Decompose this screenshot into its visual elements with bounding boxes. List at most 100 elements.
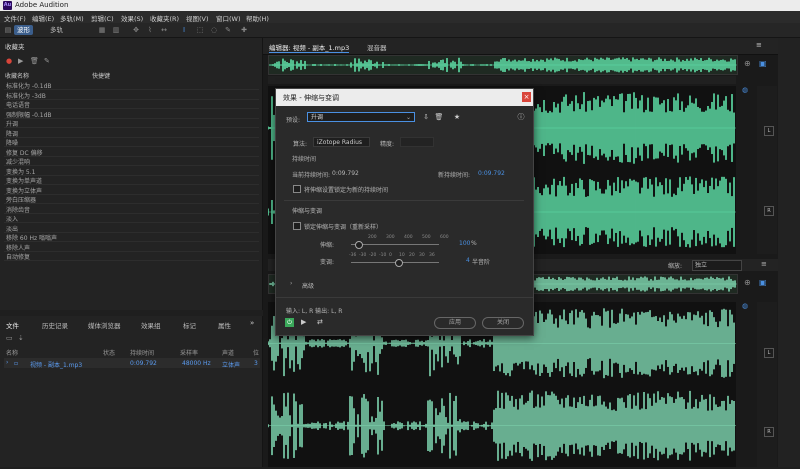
algorithm-select[interactable]: iZotope Radius [313,137,370,147]
list-item[interactable]: 电话语音 [4,99,259,109]
time-ruler[interactable] [268,76,736,84]
list-item[interactable]: 标准化为 -3dB [4,90,259,100]
waveform-view-button[interactable]: 波形 [14,25,33,35]
preset-select[interactable]: 升调 ⌄ [307,112,415,122]
menu-file[interactable]: 文件(F) [4,13,26,23]
list-item[interactable]: 自动修复 [4,251,259,261]
list-item[interactable]: 强制限幅 -0.1dB [4,109,259,119]
menu-edit[interactable]: 编辑(E) [32,13,54,23]
brush-tool-icon[interactable]: ✎ [224,26,232,34]
move-tool-icon[interactable]: ✥ [132,26,140,34]
lock-stretch-checkbox[interactable] [293,222,301,230]
panel-menu-icon[interactable]: » [250,319,254,327]
list-item[interactable]: 标准化为 -0.1dB [4,80,259,90]
files-col-duration[interactable]: 持续时间 [130,348,154,357]
headphones-icon-2[interactable]: ◍ [742,302,748,310]
multitrack-view-button[interactable]: 多轨 [50,25,63,35]
delete-preset-icon[interactable]: 🗑 [434,113,444,122]
lock-duration-checkbox[interactable] [293,185,301,193]
editor-panel-menu-icon[interactable]: ≡ [756,41,762,49]
import-icon[interactable]: ⇣ [18,334,24,342]
tab-mixer[interactable]: 混音器 [367,42,387,52]
loop-icon[interactable]: ⇄ [317,318,323,326]
slip-tool-icon[interactable]: ↔ [160,26,168,34]
lasso-tool-icon[interactable]: ◌ [210,26,218,34]
list-item[interactable]: 变换为立体声 [4,185,259,195]
files-col-bits[interactable]: 位 [253,348,259,357]
fit-icon-2[interactable]: ▣ [759,278,767,287]
power-toggle-icon[interactable]: ⏻ [285,318,294,327]
file-expand-icon[interactable]: › [6,359,8,366]
channel-r-badge-2[interactable]: R [764,427,774,437]
waveform-mode-icon[interactable]: ▤ [4,26,12,34]
list-item[interactable]: 消除齿音 [4,204,259,214]
delete-icon[interactable]: 🗑 [30,57,39,65]
table-row[interactable]: › ▫ 视频 - 副本_1.mp3 0:09.792 48000 Hz 立体声 … [4,358,260,369]
files-col-channels[interactable]: 声道 [222,348,234,357]
save-preset-icon[interactable]: ⇩ [421,113,431,122]
stretch-slider-knob[interactable] [355,241,363,249]
pitch-slider-knob[interactable] [395,259,403,267]
zoom-select[interactable]: 独立 [692,260,742,271]
channel-l-badge[interactable]: L [764,126,774,136]
close-button[interactable]: 关闭 [482,317,524,329]
record-icon[interactable]: ● [6,57,12,65]
list-item[interactable]: 修复 DC 偏移 [4,147,259,157]
menu-view[interactable]: 视图(V) [186,13,209,23]
marquee-tool-icon[interactable]: ⬚ [196,26,204,34]
stretch-value[interactable]: 100 [459,240,470,247]
edit-icon[interactable]: ✎ [44,57,50,65]
menu-effects[interactable]: 效果(S) [121,13,143,23]
list-item[interactable]: 移除 60 Hz 嗡嗡声 [4,232,259,242]
tab-editor[interactable]: 编辑器: 视频 - 副本_1.mp3 [269,42,350,53]
menu-favorites[interactable]: 收藏夹(R) [150,13,179,23]
open-file-icon[interactable]: ▭ [6,334,13,342]
preview-play-icon[interactable]: ▶ [301,318,306,326]
zoom-menu-icon[interactable]: ≡ [761,260,767,268]
headphones-icon[interactable]: ◍ [742,86,748,94]
list-item[interactable]: 淡出 [4,223,259,233]
list-item[interactable]: 变换为 5.1 [4,166,259,176]
precision-select[interactable] [400,137,434,147]
list-item[interactable]: 降噪 [4,137,259,147]
advanced-label[interactable]: 高级 [302,281,314,290]
list-item[interactable]: 减少混响 [4,156,259,166]
pitch-display-icon[interactable]: ▥ [112,26,120,34]
files-col-sample-rate[interactable]: 采样率 [180,348,198,357]
list-item[interactable]: 升调 [4,118,259,128]
list-item[interactable]: 降调 [4,128,259,138]
razor-tool-icon[interactable]: ⌇ [146,26,154,34]
zoom-in-icon-2[interactable]: ⊕ [744,278,751,287]
fit-icon[interactable]: ▣ [759,59,767,68]
channel-l-badge-2[interactable]: L [764,348,774,358]
play-icon[interactable]: ▶ [18,57,23,65]
menu-clip[interactable]: 剪辑(C) [91,13,114,23]
dialog-close-icon[interactable]: × [522,92,531,102]
list-item[interactable]: 淡入 [4,213,259,223]
menu-multitrack[interactable]: 多轨(M) [60,13,84,23]
info-icon[interactable]: ⓘ [516,113,526,122]
time-selection-tool-icon[interactable]: I [180,26,188,34]
tab-markers[interactable]: 标记 [183,320,196,330]
spectrum-icon[interactable]: ▦ [98,26,106,34]
files-col-status[interactable]: 状态 [103,348,115,357]
tab-files[interactable]: 文件 [6,320,19,330]
tab-properties[interactable]: 属性 [218,320,231,330]
menu-help[interactable]: 帮助(H) [246,13,269,23]
tab-effects-rack[interactable]: 效果组 [141,320,161,330]
spot-healing-icon[interactable]: ✚ [240,26,248,34]
favorite-star-icon[interactable]: ★ [452,113,462,122]
list-item[interactable]: 移除人声 [4,242,259,252]
new-duration-value[interactable]: 0:09.792 [478,170,505,177]
menu-window[interactable]: 窗口(W) [216,13,241,23]
advanced-expand-icon[interactable]: › [290,280,292,287]
zoom-in-icon[interactable]: ⊕ [744,59,751,68]
list-item[interactable]: 变换为单声道 [4,175,259,185]
list-item[interactable]: 旁白压缩器 [4,194,259,204]
tab-media-browser[interactable]: 媒体浏览器 [88,320,121,330]
overview-waveform[interactable] [268,55,738,75]
channel-r-badge[interactable]: R [764,206,774,216]
stretch-slider-track[interactable] [351,244,439,245]
tab-history[interactable]: 历史记录 [42,320,68,330]
files-col-name[interactable]: 名称 [6,348,18,357]
